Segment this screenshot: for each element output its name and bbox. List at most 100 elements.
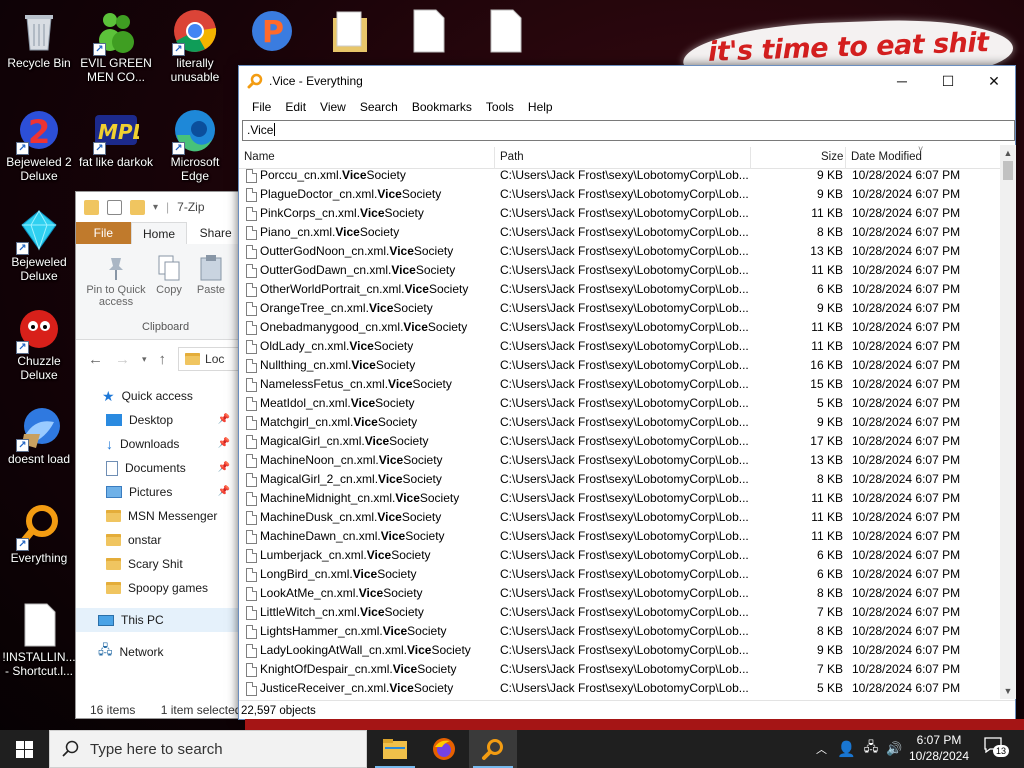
desktop-icon-partial-1[interactable]: P bbox=[234, 8, 310, 56]
search-input[interactable]: .Vice bbox=[242, 120, 1015, 141]
result-row[interactable]: NamelessFetus_cn.xml.ViceSociety C:\Users… bbox=[239, 375, 1001, 394]
tree-item-spoopy-games[interactable]: Spoopy games bbox=[76, 576, 244, 600]
result-row[interactable]: JusticeReceiver_cn.xml.ViceSociety C:\Use… bbox=[239, 679, 1001, 698]
desktop-icon-installing-shortcut[interactable]: !INSTALLIN... - Shortcut.l... bbox=[1, 602, 77, 678]
scroll-down-arrow-icon[interactable]: ▼ bbox=[1000, 683, 1016, 699]
volume-icon[interactable]: 🔊 bbox=[886, 741, 902, 757]
result-row[interactable]: KnightOfDespair_cn.xml.ViceSociety C:\Use… bbox=[239, 660, 1001, 679]
result-row[interactable]: MachineMidnight_cn.xml.ViceSociety C:\Use… bbox=[239, 489, 1001, 508]
maximize-button[interactable]: ☐ bbox=[925, 66, 971, 96]
result-row[interactable]: Lumberjack_cn.xml.ViceSociety C:\Users\Ja… bbox=[239, 546, 1001, 565]
column-date-header[interactable]: Date Modified bbox=[851, 151, 922, 163]
everything-window[interactable]: .Vice - Everything ─ ☐ ✕ File Edit View … bbox=[238, 65, 1016, 720]
result-row[interactable]: MeatIdol_cn.xml.ViceSociety C:\Users\Jack… bbox=[239, 394, 1001, 413]
menu-file[interactable]: File bbox=[245, 100, 278, 114]
result-row[interactable]: OrangeTree_cn.xml.ViceSociety C:\Users\Ja… bbox=[239, 299, 1001, 318]
system-clock[interactable]: 6:07 PM 10/28/2024 bbox=[906, 732, 972, 764]
tab-file[interactable]: File bbox=[76, 222, 131, 244]
result-row[interactable]: PlagueDoctor_cn.xml.ViceSociety C:\Users\… bbox=[239, 185, 1001, 204]
desktop-icon-evil-green-men[interactable]: ↗ EVIL GREEN MEN CO... bbox=[78, 8, 154, 84]
result-row[interactable]: LittleWitch_cn.xml.ViceSociety C:\Users\J… bbox=[239, 603, 1001, 622]
result-row[interactable]: MagicalGirl_2_cn.xml.ViceSociety C:\Users… bbox=[239, 470, 1001, 489]
messenger-buddy-icon[interactable]: 👤 bbox=[837, 740, 856, 758]
desktop-icon-bejeweled[interactable]: ↗ Bejeweled Deluxe bbox=[1, 207, 77, 283]
result-row[interactable]: OutterGodDawn_cn.xml.ViceSociety C:\Users… bbox=[239, 261, 1001, 280]
desktop-icon-fat-like-darkok[interactable]: MPL ↗ fat like darkok bbox=[78, 107, 154, 169]
result-row[interactable]: OutterGodNoon_cn.xml.ViceSociety C:\Users… bbox=[239, 242, 1001, 261]
tab-home[interactable]: Home bbox=[130, 222, 188, 244]
tree-item-msn-messenger[interactable]: MSN Messenger bbox=[76, 504, 244, 528]
desktop-icon-everything[interactable]: ↗ Everything bbox=[1, 503, 77, 565]
tree-item-scary-shit[interactable]: Scary Shit bbox=[76, 552, 244, 576]
result-row[interactable]: MagicalGirl_cn.xml.ViceSociety C:\Users\J… bbox=[239, 432, 1001, 451]
result-row[interactable]: PinkCorps_cn.xml.ViceSociety C:\Users\Jac… bbox=[239, 204, 1001, 223]
chevron-down-icon[interactable]: ▾ bbox=[153, 202, 158, 213]
menu-tools[interactable]: Tools bbox=[479, 100, 521, 114]
menu-edit[interactable]: Edit bbox=[278, 100, 313, 114]
result-row[interactable]: Nullthing_cn.xml.ViceSociety C:\Users\Jac… bbox=[239, 356, 1001, 375]
pin-to-quick-access-button[interactable]: Pin to Quick access bbox=[80, 254, 152, 308]
column-size-header[interactable]: Size bbox=[821, 151, 843, 163]
desktop-icon-doesnt-load[interactable]: ↗ doesnt load bbox=[1, 404, 77, 466]
desktop-icon-partial-3[interactable] bbox=[390, 8, 466, 56]
paste-button[interactable]: Paste bbox=[194, 254, 228, 296]
menu-bookmarks[interactable]: Bookmarks bbox=[405, 100, 479, 114]
desktop-icon-chrome[interactable]: ↗ literally unusable bbox=[157, 8, 233, 84]
taskbar-everything[interactable] bbox=[469, 730, 517, 768]
tree-item-this-pc[interactable]: This PC bbox=[76, 608, 244, 632]
result-row[interactable]: MachineDawn_cn.xml.ViceSociety C:\Users\J… bbox=[239, 527, 1001, 546]
forward-arrow-icon[interactable]: → bbox=[115, 351, 130, 368]
desktop-icon-chuzzle[interactable]: ↗ Chuzzle Deluxe bbox=[1, 306, 77, 382]
copy-button[interactable]: Copy bbox=[154, 254, 184, 296]
file-explorer-window[interactable]: ▾ | 7-Zip File Home Share Pin to Quick a… bbox=[75, 191, 245, 719]
result-row[interactable]: Piano_cn.xml.ViceSociety C:\Users\Jack Fr… bbox=[239, 223, 1001, 242]
menu-search[interactable]: Search bbox=[353, 100, 405, 114]
column-name-header[interactable]: Name bbox=[244, 151, 275, 163]
result-row[interactable]: LookAtMe_cn.xml.ViceSociety C:\Users\Jack… bbox=[239, 584, 1001, 603]
back-arrow-icon[interactable]: ← bbox=[88, 351, 103, 368]
result-row[interactable]: LongBird_cn.xml.ViceSociety C:\Users\Jack… bbox=[239, 565, 1001, 584]
desktop-icon-bejeweled-2[interactable]: 2 ↗ Bejeweled 2 Deluxe bbox=[1, 107, 77, 183]
column-path-header[interactable]: Path bbox=[500, 151, 524, 163]
address-bar[interactable]: Loc bbox=[178, 347, 244, 371]
taskbar-file-explorer[interactable] bbox=[371, 730, 419, 768]
result-row[interactable]: Onebadmanygood_cn.xml.ViceSociety C:\User… bbox=[239, 318, 1001, 337]
menu-view[interactable]: View bbox=[313, 100, 353, 114]
tree-item-downloads[interactable]: ↓ Downloads 📌 bbox=[76, 432, 244, 456]
result-row[interactable]: MachineDusk_cn.xml.ViceSociety C:\Users\J… bbox=[239, 508, 1001, 527]
menu-help[interactable]: Help bbox=[521, 100, 560, 114]
tab-share[interactable]: Share bbox=[187, 222, 244, 244]
result-row[interactable]: OldLady_cn.xml.ViceSociety C:\Users\Jack … bbox=[239, 337, 1001, 356]
tree-item-quick-access[interactable]: ★ Quick access bbox=[76, 384, 244, 408]
network-icon[interactable]: 🖧 bbox=[864, 738, 879, 760]
desktop-icon-edge[interactable]: ↗ Microsoft Edge bbox=[157, 107, 233, 183]
minimize-button[interactable]: ─ bbox=[879, 66, 925, 96]
result-row[interactable]: OtherWorldPortrait_cn.xml.ViceSociety C:\… bbox=[239, 280, 1001, 299]
desktop-icon-recycle-bin[interactable]: Recycle Bin bbox=[1, 8, 77, 70]
desktop-icon-partial-4[interactable] bbox=[467, 8, 543, 56]
result-row[interactable]: Porccu_cn.xml.ViceSociety C:\Users\Jack F… bbox=[239, 166, 1001, 185]
show-hidden-icons-chevron-icon[interactable]: ︿ bbox=[816, 741, 827, 757]
scroll-up-arrow-icon[interactable]: ▲ bbox=[1000, 145, 1016, 161]
result-row[interactable]: Matchgirl_cn.xml.ViceSociety C:\Users\Jac… bbox=[239, 413, 1001, 432]
scrollbar-thumb[interactable] bbox=[1003, 161, 1013, 180]
action-center-button[interactable]: 13 bbox=[984, 737, 1010, 759]
vertical-scrollbar[interactable]: ▲ ▼ bbox=[1000, 145, 1016, 699]
up-arrow-icon[interactable]: ↑ bbox=[159, 351, 167, 368]
properties-check-icon[interactable] bbox=[107, 199, 122, 215]
close-button[interactable]: ✕ bbox=[971, 66, 1017, 96]
start-button[interactable] bbox=[0, 730, 48, 768]
taskbar-firefox[interactable] bbox=[420, 730, 468, 768]
desktop-icon-partial-2[interactable] bbox=[312, 8, 388, 56]
tree-item-network[interactable]: 🖧 Network bbox=[76, 640, 244, 664]
result-row[interactable]: LadyLookingAtWall_cn.xml.ViceSociety C:\U… bbox=[239, 641, 1001, 660]
result-row[interactable]: MachineNoon_cn.xml.ViceSociety C:\Users\J… bbox=[239, 451, 1001, 470]
tree-item-desktop[interactable]: Desktop 📌 bbox=[76, 408, 244, 432]
result-row[interactable]: LightsHammer_cn.xml.ViceSociety C:\Users\… bbox=[239, 622, 1001, 641]
recent-locations-chevron-icon[interactable]: ▾ bbox=[142, 354, 147, 365]
taskbar-search-box[interactable]: Type here to search bbox=[49, 730, 367, 768]
tree-item-onstar[interactable]: onstar bbox=[76, 528, 244, 552]
tree-item-pictures[interactable]: Pictures 📌 bbox=[76, 480, 244, 504]
new-folder-icon[interactable] bbox=[130, 199, 145, 215]
tree-item-documents[interactable]: Documents 📌 bbox=[76, 456, 244, 480]
